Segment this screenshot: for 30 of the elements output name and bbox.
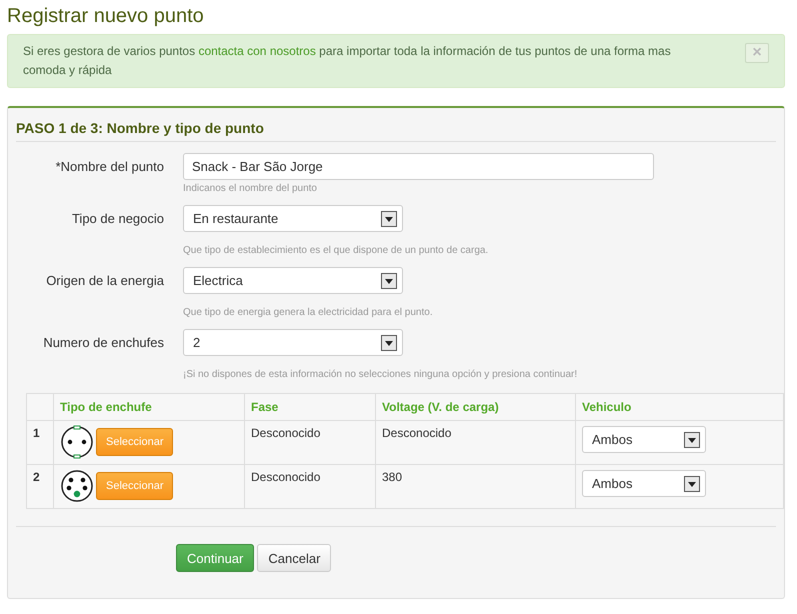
help-text: Indicanos el nombre del punto <box>183 183 318 194</box>
field-label: *Nombre del punto <box>54 159 164 174</box>
plug-socket-icon <box>60 469 94 503</box>
column-header: Voltage (V. de carga) <box>376 394 576 420</box>
input-field[interactable]: Snack - Bar São Jorge <box>183 153 654 180</box>
page-title: Registrar nuevo punto <box>7 4 205 28</box>
dropdown[interactable]: 2 <box>183 329 403 356</box>
help-text: Que tipo de energia genera la electricidad para el punto. <box>183 307 434 318</box>
row-number: 1 <box>26 420 54 464</box>
table-cell: 380 <box>376 464 576 508</box>
row-number: 2 <box>26 464 54 508</box>
plug-socket-icon <box>60 425 94 459</box>
column-header: Fase <box>244 394 376 420</box>
column-header: Vehiculo <box>576 394 784 420</box>
table-cell: Desconocido <box>244 420 376 464</box>
table-cell: Desconocido <box>244 464 376 508</box>
help-text: ¡Si no dispones de esta información no selecciones ninguna opción y presiona continuar! <box>183 369 578 380</box>
dropdown[interactable]: Ambos <box>582 426 706 453</box>
column-header: Tipo de enchufe <box>54 394 244 420</box>
dropdown[interactable]: Electrica <box>183 267 403 294</box>
cancel-button[interactable]: Cancelar <box>257 544 332 572</box>
dropdown[interactable]: En restaurante <box>183 205 403 232</box>
field-label: Tipo de negocio <box>70 211 164 226</box>
help-text: Que tipo de establecimiento es el que dispone de un punto de carga. <box>183 245 490 256</box>
dropdown[interactable]: Ambos <box>582 470 706 497</box>
step-heading: PASO 1 de 3: Nombre y tipo de punto <box>16 120 776 142</box>
alert-message: Si eres gestora de varios puntos contacta con nosotros para importar toda la información de tus puntos de una forma mas comoda y rápida <box>23 43 672 79</box>
field-label: Numero de enchufes <box>42 335 164 350</box>
table-cell: Desconocido <box>376 420 576 464</box>
field-label: Origen de la energia <box>45 273 164 288</box>
